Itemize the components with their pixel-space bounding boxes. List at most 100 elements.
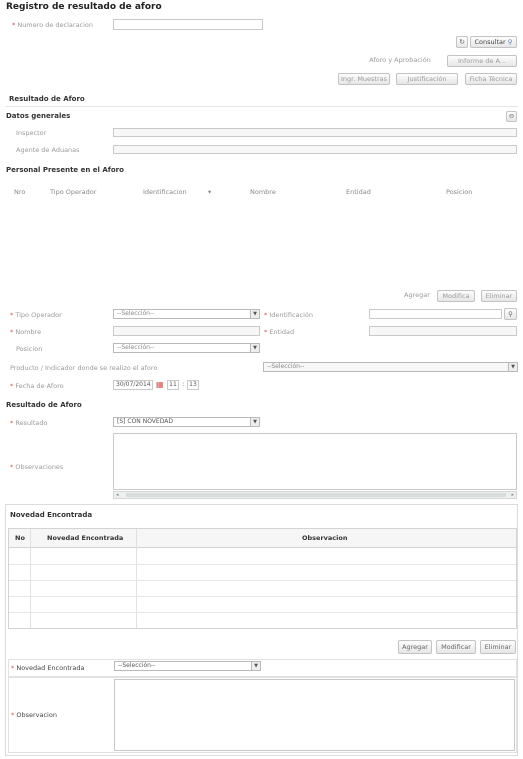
tipo-operador-select[interactable]: --Selección-- ▼: [113, 309, 260, 319]
inspector-field: [113, 128, 517, 137]
datos-generales-heading: Datos generales: [6, 112, 71, 120]
row-divider: [9, 612, 516, 613]
minuto-input[interactable]: 13: [187, 380, 199, 390]
chevron-down-icon: ▼: [250, 344, 259, 352]
col-nombre: Nombre: [250, 188, 276, 196]
nombre-label: * Nombre: [10, 328, 42, 336]
producto-label: Producto / Indicador donde se realizo el…: [10, 364, 158, 372]
novedad-col-no: No: [15, 534, 25, 542]
col-entidad: Entidad: [346, 188, 371, 196]
nombre-label-text: Nombre: [15, 328, 42, 336]
tipo-operador-label-text: Tipo Operador: [15, 311, 62, 319]
col-posicion: Posicion: [446, 188, 473, 196]
observaciones-textarea[interactable]: [113, 433, 517, 490]
declaration-label-text: Numero de declaracion: [17, 21, 94, 29]
resultado-heading: Resultado de Aforo: [9, 95, 85, 103]
tipo-operador-label: * Tipo Operador: [10, 311, 62, 319]
novedad-col-novedad: Novedad Encontrada: [47, 534, 124, 542]
identificacion-label-text: Identificación: [269, 311, 313, 319]
observaciones-label-text: Observaciones: [15, 463, 64, 471]
identificacion-label: * Identificación: [264, 311, 313, 319]
col-divider: [136, 529, 137, 628]
aforo-aprobacion-button[interactable]: Aforo y Aprobación: [360, 55, 440, 67]
divider: [5, 106, 518, 107]
novedad-encontrada-label-text: Novedad Encontrada: [16, 664, 85, 672]
observacion-label-text: Observacion: [16, 711, 57, 719]
ingr-muestras-button[interactable]: Ingr. Muestras: [338, 73, 390, 85]
resultado-label: * Resultado: [10, 419, 48, 427]
novedad-modificar-button[interactable]: Modificar: [436, 640, 476, 654]
novedad-col-observacion: Observacion: [302, 534, 348, 542]
horizontal-scrollbar[interactable]: ◂ ▸: [113, 491, 517, 499]
observaciones-label: * Observaciones: [10, 463, 64, 471]
identificacion-search-button[interactable]: ⚲: [504, 308, 517, 320]
novedad-value: --Selección--: [118, 662, 156, 669]
novedad-agregar-button[interactable]: Agregar: [398, 640, 432, 654]
resultado-aforo-heading: Resultado de Aforo: [6, 401, 82, 409]
search-icon: ⚲: [505, 38, 513, 46]
scroll-right-icon[interactable]: ▸: [511, 492, 514, 498]
fecha-input[interactable]: 30/07/2014: [113, 380, 153, 390]
row-divider: [9, 596, 516, 597]
novedad-heading: Novedad Encontrada: [10, 511, 93, 519]
justificacion-button[interactable]: Justificación: [396, 73, 458, 85]
row-divider: [9, 564, 516, 565]
entidad-field: [369, 326, 517, 336]
posicion-select[interactable]: --Selección-- ▼: [113, 343, 260, 353]
consultar-button[interactable]: Consultar ⚲: [470, 36, 517, 48]
observacion-textarea[interactable]: [114, 679, 515, 751]
resultado-label-text: Resultado: [15, 419, 48, 427]
tipo-operador-value: --Selección--: [117, 310, 155, 317]
refresh-icon: ↻: [459, 38, 465, 46]
page-title: Registro de resultado de aforo: [6, 2, 162, 12]
inspector-label: Inspector: [16, 129, 47, 137]
resultado-value: [S] CON NOVEDAD: [117, 418, 173, 425]
nombre-field: [113, 326, 260, 336]
calendar-icon[interactable]: ▦: [156, 380, 164, 389]
scroll-left-icon[interactable]: ◂: [116, 492, 119, 498]
agente-label: Agente de Aduanas: [16, 146, 80, 154]
posicion-value: --Selección--: [117, 344, 155, 351]
search-icon: ⚲: [508, 310, 513, 318]
resultado-select[interactable]: [S] CON NOVEDAD ▼: [113, 417, 260, 427]
entidad-label: * Entidad: [264, 328, 295, 336]
time-separator: :: [182, 380, 185, 388]
scrollbar-thumb[interactable]: [126, 493, 506, 497]
row-divider: [9, 580, 516, 581]
personal-eliminar-button[interactable]: Eliminar: [481, 290, 517, 302]
declaration-input[interactable]: [113, 19, 263, 30]
agente-field: [113, 145, 517, 154]
consultar-label: Consultar: [474, 38, 506, 46]
chevron-down-icon: ▼: [250, 310, 259, 318]
ficha-tecnica-button[interactable]: Ficha Técnica: [465, 73, 517, 85]
personal-modificar-button[interactable]: Modifica: [437, 290, 475, 302]
col-divider: [30, 529, 31, 628]
novedad-select[interactable]: --Selección-- ▼: [114, 661, 261, 671]
fecha-label: * Fecha de Aforo: [10, 382, 64, 390]
personal-table-body: [6, 198, 518, 284]
chevron-down-icon: ▼: [251, 662, 260, 670]
chevron-down-icon: ▼: [250, 418, 259, 426]
novedad-eliminar-button[interactable]: Eliminar: [480, 640, 516, 654]
collapse-button[interactable]: ⊖: [506, 111, 517, 122]
posicion-label: Posicion: [16, 345, 43, 353]
declaration-label: * Numero de declaracion: [12, 21, 94, 29]
personal-agregar-button[interactable]: Agregar: [402, 290, 432, 302]
sort-icon[interactable]: ▾: [208, 188, 211, 196]
refresh-button[interactable]: ↻: [456, 36, 468, 48]
entidad-label-text: Entidad: [269, 328, 295, 336]
hora-input[interactable]: 11: [167, 380, 179, 390]
observacion-label: * Observacion: [11, 711, 57, 719]
fecha-label-text: Fecha de Aforo: [15, 382, 64, 390]
col-nro: Nro: [14, 188, 26, 196]
producto-select[interactable]: --Selección-- ▼: [263, 362, 518, 372]
col-tipo-operador: Tipo Operador: [50, 188, 97, 196]
producto-value: --Selección--: [267, 363, 305, 370]
chevron-down-icon: ▼: [508, 363, 517, 371]
personal-heading: Personal Presente en el Aforo: [6, 166, 124, 174]
col-identificacion: Identificacion: [143, 188, 187, 196]
informe-button[interactable]: Informe de A...: [447, 55, 517, 67]
novedad-encontrada-label: * Novedad Encontrada: [11, 664, 85, 672]
collapse-icon: ⊖: [508, 112, 515, 120]
identificacion-input[interactable]: [369, 309, 502, 319]
